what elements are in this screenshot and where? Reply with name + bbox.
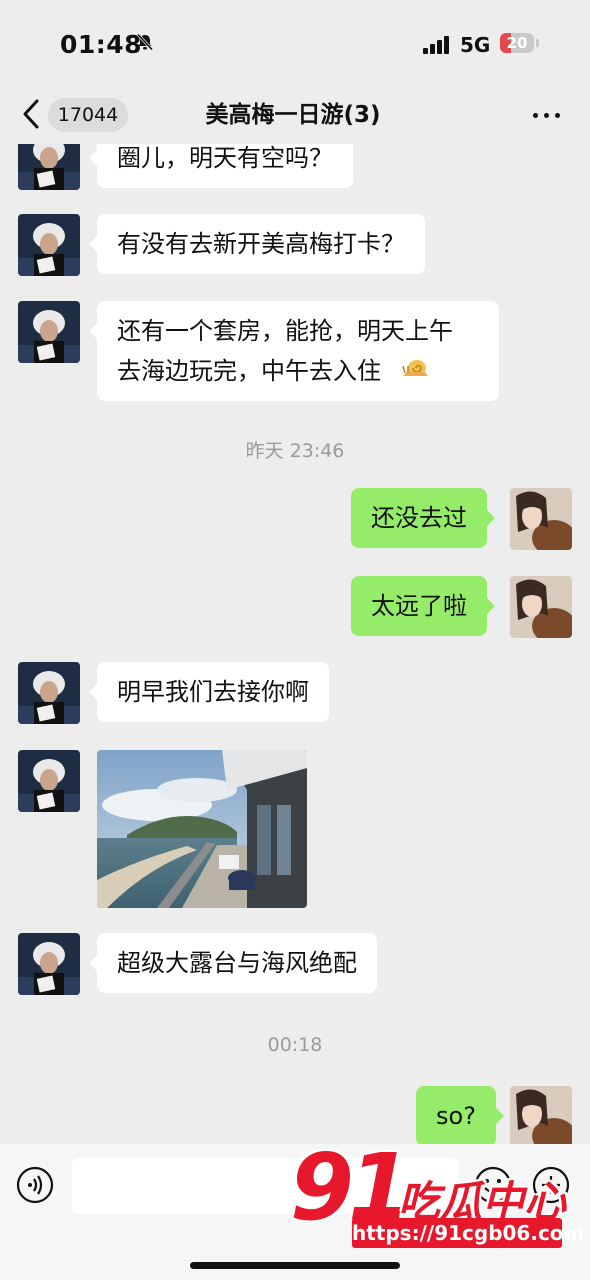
battery-icon: 20 xyxy=(500,33,534,53)
message-bubble[interactable]: 有没有去新开美高梅打卡？ xyxy=(89,214,425,274)
watermark-logo: 91 吃瓜中心 https://91cgb06.com xyxy=(290,1134,590,1252)
unread-count-badge[interactable]: 17044 xyxy=(48,98,128,132)
watermark-url: https://91cgb06.com xyxy=(352,1218,584,1248)
voice-input-icon[interactable] xyxy=(16,1166,54,1204)
friend-avatar[interactable] xyxy=(18,662,80,724)
friend-avatar[interactable] xyxy=(18,144,80,190)
bell-muted-icon xyxy=(136,33,154,51)
more-options-icon[interactable] xyxy=(530,110,562,120)
friend-avatar[interactable] xyxy=(18,301,80,363)
message-bubble[interactable]: 太远了啦 xyxy=(351,576,495,636)
back-arrow-icon[interactable] xyxy=(20,98,42,130)
cellular-signal-icon xyxy=(423,36,451,54)
friend-avatar[interactable] xyxy=(18,933,80,995)
timestamp: 昨天 23:46 xyxy=(245,440,345,462)
my-avatar[interactable] xyxy=(510,488,572,550)
chat-title: 美高梅一日游(3) xyxy=(205,102,381,128)
photo-message[interactable] xyxy=(97,750,307,908)
my-avatar[interactable] xyxy=(510,576,572,638)
message-bubble[interactable]: so? xyxy=(416,1086,504,1144)
my-avatar[interactable] xyxy=(510,1086,572,1144)
status-time: 01:48 xyxy=(60,30,143,59)
snail-emoji-icon xyxy=(402,360,428,376)
message-bubble[interactable]: 明早我们去接你啊 xyxy=(89,662,329,722)
friend-avatar[interactable] xyxy=(18,750,80,812)
message-bubble[interactable]: 圈儿，明天有空吗？ xyxy=(89,144,353,188)
friend-avatar[interactable] xyxy=(18,214,80,276)
message-bubble[interactable]: 还没去过 xyxy=(351,488,495,548)
home-indicator xyxy=(190,1262,400,1269)
network-type: 5G xyxy=(460,33,491,57)
timestamp: 00:18 xyxy=(267,1034,323,1056)
status-bar: 01:48 5G 20 xyxy=(0,0,590,88)
message-bubble[interactable]: 超级大露台与海风绝配 xyxy=(89,933,377,993)
chat-header: 17044 美高梅一日游(3) xyxy=(0,88,590,144)
battery-level: 20 xyxy=(506,34,528,52)
message-list[interactable]: 圈儿，明天有空吗？ 有没有去新开美高梅打卡？ 还有一个套房，能抢，明天上午 去海… xyxy=(0,144,590,1144)
message-bubble[interactable]: 还有一个套房，能抢，明天上午 去海边玩完，中午去入住 xyxy=(89,301,499,401)
